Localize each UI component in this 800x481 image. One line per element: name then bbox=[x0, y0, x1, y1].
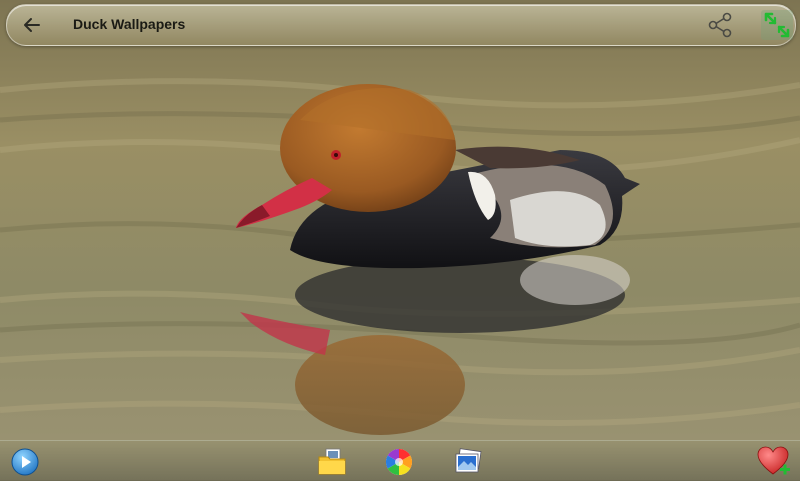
back-button[interactable] bbox=[17, 11, 47, 39]
color-wheel-icon bbox=[385, 448, 413, 476]
color-filter-button[interactable] bbox=[382, 445, 416, 479]
arrow-back-icon bbox=[24, 18, 40, 32]
slideshow-play-button[interactable] bbox=[8, 445, 42, 479]
bottom-toolbar bbox=[0, 440, 800, 481]
duck-photo bbox=[0, 0, 800, 480]
page-title: Duck Wallpapers bbox=[73, 16, 186, 32]
fullscreen-toggle-icon bbox=[764, 12, 790, 38]
fullscreen-toggle-button[interactable] bbox=[761, 10, 793, 40]
favorite-add-icon bbox=[757, 446, 790, 475]
play-icon bbox=[11, 448, 39, 476]
folder-icon bbox=[318, 448, 346, 475]
top-action-bar: Duck Wallpapers bbox=[6, 4, 796, 46]
share-button[interactable] bbox=[704, 11, 736, 39]
add-favorite-button[interactable] bbox=[757, 445, 791, 479]
gallery-button[interactable] bbox=[451, 445, 485, 479]
share-icon bbox=[708, 12, 732, 38]
wallpaper-image[interactable] bbox=[0, 0, 800, 480]
gallery-icon bbox=[455, 448, 482, 473]
folder-button[interactable] bbox=[315, 445, 349, 479]
